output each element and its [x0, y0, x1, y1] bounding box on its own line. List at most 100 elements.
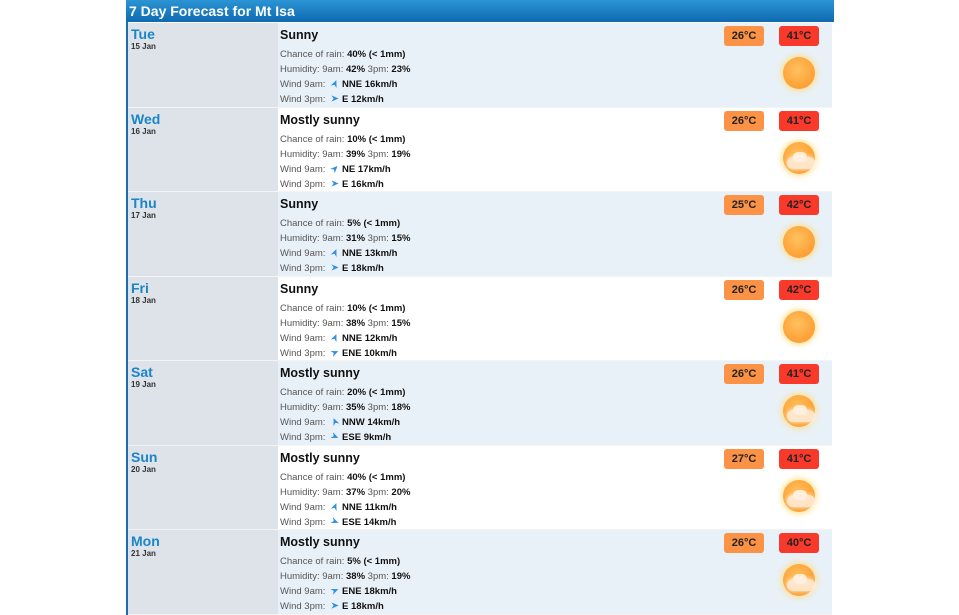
max-temp-badge: 41°C [779, 110, 819, 131]
rain-value: 5% (< 1mm) [347, 218, 401, 229]
forecast-summary: Mostly sunny [280, 450, 360, 465]
forecast-day-row: Thu 17 Jan Sunny Chance of rain: 5% (< 1… [128, 192, 832, 277]
rain-label: Chance of rain: [280, 49, 348, 60]
sunny-icon [781, 309, 817, 345]
forecast-panel: 7 Day Forecast for Mt Isa Tue 15 Jan Sun… [126, 0, 834, 615]
wind-3pm-value: E 16km/h [342, 178, 384, 190]
day-name[interactable]: Mon [131, 533, 160, 549]
wind-3pm: Wind 3pm: E 16km/h [280, 179, 384, 190]
mostly-sunny-icon [781, 478, 817, 514]
wind-3pm-label: Wind 3pm: [280, 432, 329, 443]
day-name[interactable]: Wed [131, 111, 160, 127]
humidity-9am-label: Humidity: 9am: [280, 571, 346, 582]
rain-label: Chance of rain: [280, 133, 348, 145]
wind-9am-value: NNE 11km/h [342, 501, 397, 513]
rain-label: Chance of rain: [280, 556, 348, 567]
day-column: Mon 21 Jan [128, 530, 278, 614]
forecast-day-row: Fri 18 Jan Sunny Chance of rain: 10% (< … [128, 276, 832, 361]
wind-direction-icon [330, 586, 340, 595]
wind-9am-value: NNE 12km/h [342, 332, 398, 344]
wind-3pm-value: ESE 14km/h [342, 516, 397, 528]
day-column: Thu 17 Jan [128, 192, 278, 276]
wind-9am: Wind 9am: NNE 16km/h [280, 79, 397, 90]
humidity-9am-value: 35% [346, 402, 366, 413]
humidity-9am-label: Humidity: 9am: [280, 64, 346, 75]
wind-9am-label: Wind 9am: [280, 501, 329, 513]
wind-9am-value: ENE 18km/h [342, 586, 397, 597]
humidity: Humidity: 9am: 37% 3pm: 20% [280, 487, 410, 498]
day-name[interactable]: Tue [131, 26, 155, 42]
humidity-9am-value: 38% [346, 571, 366, 582]
wind-3pm: Wind 3pm: ENE 10km/h [280, 348, 397, 359]
forecast-day-row: Wed 16 Jan Mostly sunny Chance of rain: … [128, 107, 832, 192]
day-name[interactable]: Sat [131, 364, 153, 380]
day-column: Sun 20 Jan [128, 445, 278, 529]
rain-label: Chance of rain: [280, 387, 348, 398]
wind-3pm-value: E 18km/h [342, 263, 384, 274]
max-temp-badge: 42°C [779, 195, 819, 215]
humidity-3pm-value: 15% [391, 233, 411, 244]
humidity-9am-value: 38% [346, 317, 366, 329]
day-date: 16 Jan [131, 126, 156, 136]
wind-3pm: Wind 3pm: E 18km/h [280, 601, 384, 612]
humidity-3pm-label: 3pm: [365, 148, 392, 160]
day-column: Tue 15 Jan [128, 23, 278, 107]
rain-value: 10% (< 1mm) [347, 133, 406, 145]
wind-9am: Wind 9am: ENE 18km/h [280, 586, 397, 597]
wind-direction-icon [330, 601, 340, 610]
chance-of-rain: Chance of rain: 20% (< 1mm) [280, 387, 405, 398]
rain-value: 20% (< 1mm) [347, 387, 406, 398]
humidity-3pm-label: 3pm: [365, 233, 392, 244]
day-details: Sunny Chance of rain: 40% (< 1mm) Humidi… [278, 23, 832, 107]
sunny-icon [781, 224, 817, 260]
day-details: Sunny Chance of rain: 10% (< 1mm) Humidi… [278, 276, 832, 360]
mostly-sunny-icon [781, 140, 817, 176]
rain-label: Chance of rain: [280, 302, 348, 314]
humidity-3pm-value: 18% [391, 402, 411, 413]
wind-direction-icon [330, 94, 340, 103]
wind-3pm: Wind 3pm: ESE 14km/h [280, 517, 396, 528]
day-name[interactable]: Fri [131, 280, 149, 296]
wind-3pm-label: Wind 3pm: [280, 178, 329, 190]
chance-of-rain: Chance of rain: 5% (< 1mm) [280, 556, 400, 567]
forecast-summary: Sunny [280, 28, 319, 42]
wind-direction-icon [330, 516, 340, 526]
humidity-9am-label: Humidity: 9am: [280, 148, 346, 160]
day-name[interactable]: Sun [131, 449, 157, 465]
rain-value: 40% (< 1mm) [347, 49, 406, 60]
mostly-sunny-icon [781, 562, 817, 598]
cloud-shape [787, 410, 815, 422]
max-temp-badge: 41°C [779, 364, 819, 384]
humidity-3pm-value: 23% [391, 64, 411, 75]
humidity-9am-value: 31% [346, 233, 366, 244]
wind-direction-icon [330, 248, 340, 257]
max-temp-badge: 41°C [779, 26, 819, 46]
cloud-shape [787, 156, 815, 169]
min-temp-badge: 26°C [724, 110, 764, 131]
wind-3pm: Wind 3pm: ESE 9km/h [280, 432, 391, 443]
wind-direction-icon [330, 417, 340, 426]
wind-3pm-value: ENE 10km/h [342, 347, 397, 359]
wind-9am: Wind 9am: NNE 12km/h [280, 333, 397, 344]
humidity: Humidity: 9am: 31% 3pm: 15% [280, 233, 410, 244]
forecast-title: 7 Day Forecast for Mt Isa [126, 0, 834, 22]
humidity-3pm-label: 3pm: [365, 317, 392, 329]
day-details: Mostly sunny Chance of rain: 20% (< 1mm)… [278, 361, 832, 445]
wind-3pm-label: Wind 3pm: [280, 516, 329, 528]
day-column: Wed 16 Jan [128, 107, 278, 191]
wind-direction-icon [330, 333, 340, 342]
humidity-9am-value: 42% [346, 64, 366, 75]
day-details: Sunny Chance of rain: 5% (< 1mm) Humidit… [278, 192, 832, 276]
humidity-3pm-value: 15% [391, 317, 411, 329]
humidity: Humidity: 9am: 35% 3pm: 18% [280, 402, 410, 413]
wind-3pm-label: Wind 3pm: [280, 347, 329, 359]
wind-direction-icon [330, 348, 340, 357]
day-date: 15 Jan [131, 42, 156, 51]
humidity-9am-value: 39% [346, 148, 366, 160]
chance-of-rain: Chance of rain: 10% (< 1mm) [280, 303, 405, 314]
forecast-day-row: Mon 21 Jan Mostly sunny Chance of rain: … [128, 530, 832, 615]
wind-9am-label: Wind 9am: [280, 586, 329, 597]
rain-value: 10% (< 1mm) [347, 302, 406, 314]
day-name[interactable]: Thu [131, 195, 157, 211]
wind-9am: Wind 9am: NE 17km/h [280, 164, 391, 175]
